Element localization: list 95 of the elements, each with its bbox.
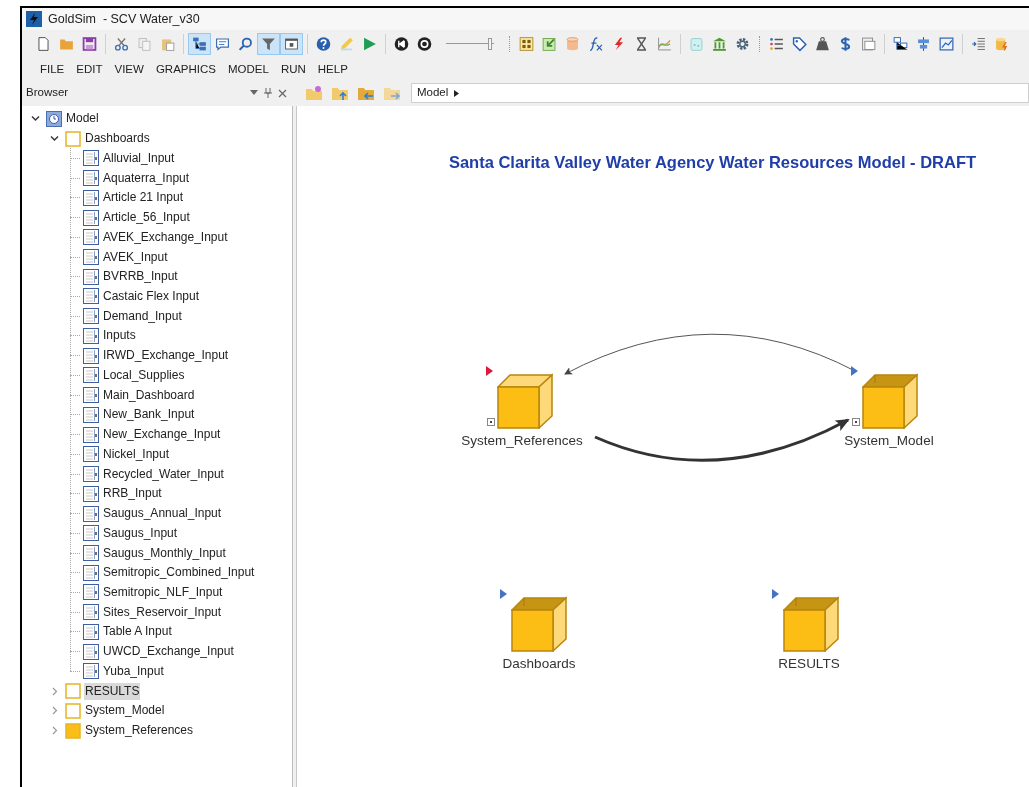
- panel-title: Browser: [26, 85, 69, 101]
- tree-item[interactable]: Demand_Input: [102, 307, 183, 325]
- tree-item[interactable]: AVEK_Exchange_Input: [102, 228, 229, 246]
- menu-item[interactable]: FILE: [34, 61, 71, 79]
- tree-item[interactable]: System_References: [84, 722, 195, 740]
- tree-item[interactable]: New_Exchange_Input: [102, 426, 222, 444]
- tree-item[interactable]: Aquaterra_Input: [102, 169, 191, 187]
- window-icon[interactable]: [280, 33, 303, 55]
- breadcrumb-item[interactable]: Model: [417, 84, 449, 102]
- tree-item[interactable]: UWCD_Exchange_Input: [102, 643, 235, 661]
- tree-item[interactable]: System_Model: [84, 702, 166, 720]
- dashboard-icon: [83, 525, 99, 542]
- tree-item[interactable]: Saugus_Annual_Input: [102, 505, 223, 523]
- node-label: System_Model: [844, 432, 934, 450]
- node-label: Dashboards: [502, 655, 576, 673]
- tree-item[interactable]: Nickel_Input: [102, 445, 171, 463]
- app-logo-icon: [26, 11, 42, 27]
- dashboard-icon: [83, 584, 99, 601]
- dashboard-icon: [83, 643, 99, 660]
- dashboard-icon: [83, 604, 99, 621]
- tree-item[interactable]: Article 21 Input: [102, 189, 185, 207]
- tree-view-icon[interactable]: [188, 33, 211, 55]
- folder-search-icon[interactable]: [305, 85, 323, 101]
- speed-slider[interactable]: [446, 38, 494, 50]
- dropdown-icon[interactable]: [250, 90, 258, 96]
- chevron-down-icon[interactable]: [49, 134, 59, 144]
- dashboard-icon: [83, 406, 99, 423]
- chevron-down-icon[interactable]: [30, 114, 40, 124]
- tree-item[interactable]: BVRRB_Input: [102, 268, 179, 286]
- dashboard-icon: [83, 367, 99, 384]
- tree-item[interactable]: Sites_Reservoir_Input: [102, 603, 223, 621]
- dashboard-icon: [83, 485, 99, 502]
- tree-item[interactable]: Main_Dashboard: [102, 386, 196, 404]
- tree-item[interactable]: Model: [65, 110, 100, 128]
- menu-item[interactable]: VIEW: [108, 61, 150, 79]
- node-label: System_References: [461, 432, 583, 450]
- dashboard-icon: [83, 446, 99, 463]
- tree-item[interactable]: Alluvial_Input: [102, 149, 176, 167]
- pin-icon[interactable]: [264, 88, 272, 98]
- menu-item[interactable]: HELP: [311, 61, 354, 79]
- node-label: RESULTS: [778, 655, 840, 673]
- dashboard-icon: [83, 150, 99, 167]
- dashboard-icon: [83, 249, 99, 265]
- dashboard-icon: [83, 347, 99, 364]
- tree-item[interactable]: Article_56_Input: [102, 209, 191, 227]
- dashboard-icon: [83, 505, 99, 522]
- dashboard-icon: [83, 189, 99, 206]
- model-icon: [46, 110, 62, 127]
- dashboard-icon: [83, 426, 99, 443]
- menu-item[interactable]: EDIT: [70, 61, 109, 79]
- tree-item[interactable]: Table A Input: [102, 623, 173, 641]
- tree-item[interactable]: New_Bank_Input: [102, 406, 196, 424]
- dashboard-icon: [83, 623, 99, 640]
- cube-icon[interactable]: [862, 373, 918, 429]
- tree-item[interactable]: RRB_Input: [102, 485, 163, 503]
- dashboard-icon: [83, 545, 99, 561]
- tree-item[interactable]: Saugus_Monthly_Input: [102, 544, 227, 562]
- close-icon[interactable]: [278, 88, 287, 98]
- dashboard-icon: [83, 170, 99, 187]
- dashboard-icon: [83, 209, 99, 226]
- dashboard-icon: [83, 288, 99, 305]
- folder-up-icon[interactable]: [331, 85, 349, 101]
- folder-back-icon[interactable]: [357, 85, 375, 101]
- folder-forward-icon[interactable]: [383, 85, 401, 101]
- menu-item[interactable]: MODEL: [221, 61, 275, 79]
- tree-item[interactable]: Semitropic_Combined_Input: [102, 564, 256, 582]
- chevron-icon[interactable]: [454, 89, 460, 97]
- filter-icon[interactable]: [257, 33, 280, 55]
- dashboard-icon: [83, 327, 99, 344]
- tree-item[interactable]: AVEK_Input: [102, 248, 169, 266]
- dashboard-icon: [83, 229, 99, 246]
- slider-thumb[interactable]: [487, 38, 492, 50]
- menu-item[interactable]: GRAPHICS: [149, 61, 222, 79]
- tree-item[interactable]: Dashboards: [84, 130, 151, 148]
- tree-item[interactable]: Inputs: [102, 327, 137, 345]
- dashboard-icon: [83, 268, 99, 285]
- window-title: GoldSim - SCV Water_v30: [48, 10, 200, 28]
- tree-item[interactable]: RESULTS: [84, 682, 141, 700]
- tree-item[interactable]: Yuba_Input: [102, 662, 165, 680]
- canvas-title: Santa Clarita Valley Water Agency Water Resources Model - DRAFT: [447, 152, 978, 173]
- tree-item[interactable]: Recycled_Water_Input: [102, 465, 225, 483]
- dashboard-icon: [83, 663, 99, 680]
- tree-item[interactable]: IRWD_Exchange_Input: [102, 347, 230, 365]
- tree-item[interactable]: Saugus_Input: [102, 524, 179, 542]
- tree-item[interactable]: Semitropic_NLF_Input: [102, 584, 224, 601]
- tree-item[interactable]: Local_Supplies: [102, 366, 186, 384]
- cube-icon[interactable]: [511, 596, 567, 652]
- dashboard-icon: [83, 308, 99, 325]
- dashboard-icon: [83, 466, 99, 483]
- dashboard-icon: [83, 564, 99, 581]
- tree-item[interactable]: Castaic Flex Input: [102, 287, 201, 305]
- cube-icon[interactable]: [497, 373, 553, 429]
- menu-item[interactable]: RUN: [274, 61, 312, 79]
- cube-icon[interactable]: [783, 596, 839, 652]
- dashboard-icon: [83, 387, 99, 404]
